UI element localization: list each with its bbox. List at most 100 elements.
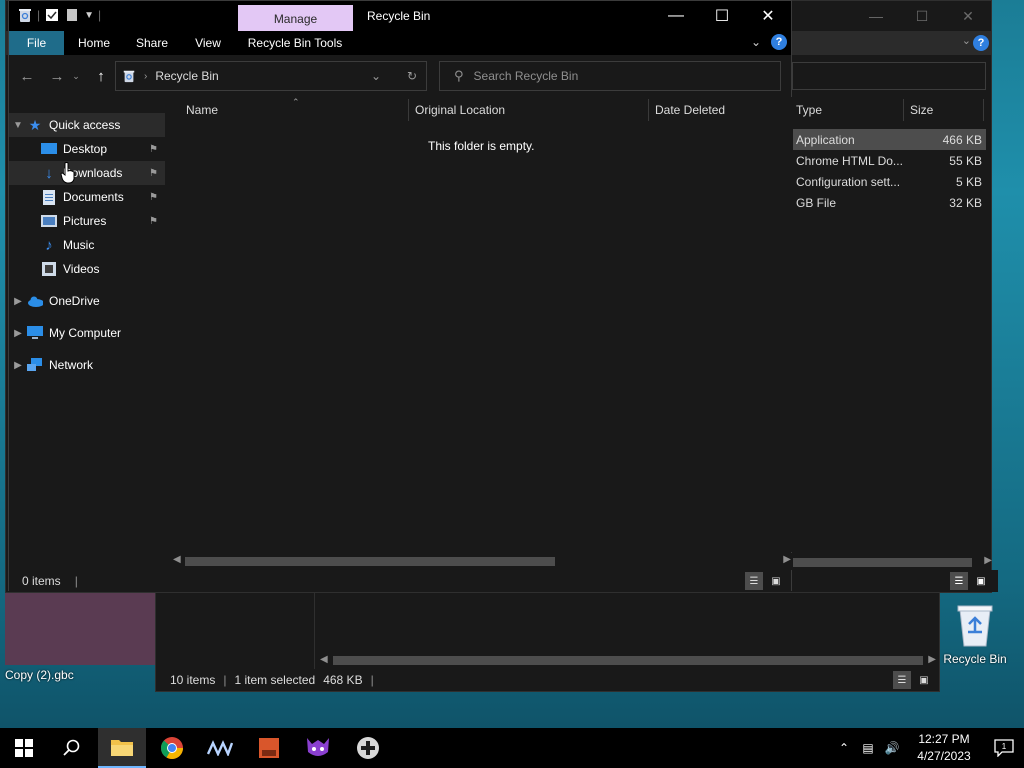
rear-maximize-icon[interactable]: ☐: [899, 1, 945, 31]
bottom-scroll-thumb[interactable]: [333, 656, 923, 665]
rear-close-icon[interactable]: ✕: [945, 1, 991, 31]
pin-icon[interactable]: ⚑: [149, 168, 165, 179]
tab-share[interactable]: Share: [127, 31, 177, 55]
pin-icon[interactable]: ⚑: [149, 192, 165, 203]
address-bar[interactable]: › Recycle Bin ⌄ ↻: [115, 61, 427, 91]
notification-center-button[interactable]: 1: [984, 728, 1024, 768]
bottom-horizontal-scrollbar[interactable]: ◀ ▶: [320, 654, 936, 668]
rear-scroll-right-icon[interactable]: ▶: [984, 555, 992, 566]
taskbar-chrome[interactable]: [148, 728, 196, 768]
rear-file-row[interactable]: Application 466 KB: [792, 129, 986, 150]
rear-minimize-icon[interactable]: —: [853, 1, 899, 31]
scroll-right-icon[interactable]: ▶: [783, 554, 791, 565]
sidebar-item-videos[interactable]: Videos: [9, 257, 165, 281]
pin-icon[interactable]: ⚑: [149, 144, 165, 155]
large-icons-view-icon[interactable]: ▣: [767, 572, 785, 590]
file-list-pane[interactable]: ⌃ Name Original Location Date Deleted Th…: [166, 97, 793, 552]
search-box[interactable]: ⚲ Search Recycle Bin: [439, 61, 781, 91]
volume-icon[interactable]: 🔊: [880, 741, 904, 755]
rear-scroll-thumb[interactable]: [792, 558, 972, 567]
tray-chevron-up-icon[interactable]: ⌃: [832, 741, 856, 755]
recent-locations-chevron-icon[interactable]: ⌄: [69, 65, 83, 87]
help-icon[interactable]: ?: [771, 34, 787, 50]
pin-icon[interactable]: ⚑: [149, 216, 165, 227]
properties-icon[interactable]: [44, 7, 60, 23]
scroll-left-icon[interactable]: ◀: [173, 554, 181, 565]
tab-view[interactable]: View: [185, 31, 231, 55]
bottom-scroll-left-icon[interactable]: ◀: [320, 654, 328, 665]
minimize-icon[interactable]: —: [653, 1, 699, 31]
up-arrow-icon[interactable]: ↑: [89, 65, 113, 87]
sidebar-item-desktop[interactable]: Desktop ⚑: [9, 137, 165, 161]
bottom-details-view-icon[interactable]: ☰: [893, 671, 911, 689]
address-text[interactable]: Recycle Bin: [155, 69, 354, 83]
breadcrumb-chevron-icon[interactable]: ›: [144, 71, 147, 82]
rear-column-type[interactable]: Type: [792, 97, 902, 123]
forward-arrow-icon[interactable]: →: [45, 65, 69, 87]
video-icon: [41, 261, 57, 277]
close-icon[interactable]: ✕: [745, 1, 791, 31]
network-status-icon[interactable]: ▤: [856, 741, 880, 755]
taskbar-app-monster[interactable]: [294, 728, 342, 768]
search-button[interactable]: [48, 728, 96, 768]
rear-file-row[interactable]: Configuration sett... 5 KB: [792, 171, 986, 192]
collapsed-chevron-icon[interactable]: ▶: [9, 360, 27, 371]
download-arrow-icon: ↓: [45, 164, 53, 182]
maximize-icon[interactable]: ☐: [699, 1, 745, 31]
tab-home[interactable]: Home: [69, 31, 119, 55]
sidebar-item-music[interactable]: ♪ Music: [9, 233, 165, 257]
bottom-scroll-right-icon[interactable]: ▶: [928, 654, 936, 665]
collapsed-chevron-icon[interactable]: ▶: [9, 328, 27, 339]
sidebar-item-quick-access[interactable]: ▼ ★ Quick access: [9, 113, 165, 137]
rear-horizontal-scrollbar[interactable]: ▶: [792, 554, 998, 570]
rear-large-icons-view-icon[interactable]: ▣: [972, 572, 990, 590]
sidebar-item-documents[interactable]: Documents ⚑: [9, 185, 165, 209]
rear-column-size[interactable]: Size: [910, 97, 980, 123]
start-button[interactable]: [0, 728, 48, 768]
back-arrow-icon[interactable]: ←: [15, 65, 39, 87]
search-input[interactable]: Search Recycle Bin: [474, 69, 579, 83]
rear-file-row[interactable]: GB File 32 KB: [792, 192, 986, 213]
rear-details-view-icon[interactable]: ☰: [950, 572, 968, 590]
sidebar-item-network[interactable]: ▶ Network: [9, 353, 165, 377]
expanded-chevron-icon[interactable]: ▼: [9, 120, 27, 131]
tab-recycle-bin-tools[interactable]: Recycle Bin Tools: [243, 31, 347, 55]
new-folder-icon[interactable]: [64, 7, 80, 23]
rear-file-row[interactable]: Chrome HTML Do... 55 KB: [792, 150, 986, 171]
star-icon: ★: [28, 116, 42, 133]
rear-help-icon[interactable]: ?: [973, 35, 989, 51]
refresh-icon[interactable]: ↻: [398, 69, 426, 83]
taskbar-file-explorer[interactable]: [98, 728, 146, 768]
ribbon-expand-icon[interactable]: ⌄: [751, 35, 761, 49]
taskbar-app-gamepad[interactable]: [344, 728, 392, 768]
rear-search-box[interactable]: [792, 62, 986, 90]
rear-ribbon-expand-icon[interactable]: ⌄: [962, 34, 971, 47]
taskbar-app-fs[interactable]: [245, 728, 293, 768]
title-bar[interactable]: | ▼ | Manage Recycle Bin — ☐ ✕: [9, 1, 791, 33]
rear-file-type: Application: [796, 132, 855, 147]
manage-contextual-tab[interactable]: Manage: [238, 5, 353, 33]
column-header-original-location[interactable]: Original Location: [409, 97, 647, 123]
address-dropdown-icon[interactable]: ⌄: [362, 69, 390, 83]
sidebar-item-downloads[interactable]: ↓ Downloads ⚑: [9, 161, 165, 185]
collapsed-chevron-icon[interactable]: ▶: [9, 296, 27, 307]
sidebar-item-onedrive[interactable]: ▶ OneDrive: [9, 289, 165, 313]
qat-dropdown-icon[interactable]: ▼: [84, 10, 94, 21]
tab-file[interactable]: File: [9, 31, 64, 55]
sidebar-item-my-computer[interactable]: ▶ My Computer: [9, 321, 165, 345]
scroll-thumb[interactable]: [185, 557, 555, 566]
clock[interactable]: 12:27 PM 4/27/2023: [904, 731, 984, 765]
details-view-icon[interactable]: ☰: [745, 572, 763, 590]
clock-time: 12:27 PM: [918, 732, 970, 746]
window-title: Recycle Bin: [367, 9, 431, 23]
rear-file-size: 5 KB: [955, 174, 982, 189]
column-header-date-deleted[interactable]: Date Deleted: [649, 97, 789, 123]
desktop-file-label[interactable]: Copy (2).gbc: [5, 668, 74, 682]
desktop-recycle-bin[interactable]: Recycle Bin: [942, 602, 1008, 666]
sidebar-item-pictures[interactable]: Pictures ⚑: [9, 209, 165, 233]
bottom-large-icons-view-icon[interactable]: ▣: [915, 671, 933, 689]
horizontal-scrollbar[interactable]: ◀ ▶: [169, 553, 793, 570]
bottom-explorer-window: ◀ ▶ 10 items | 1 item selected 468 KB | …: [155, 592, 940, 692]
column-header-name[interactable]: Name: [180, 97, 404, 123]
taskbar-app-wave[interactable]: [196, 728, 244, 768]
